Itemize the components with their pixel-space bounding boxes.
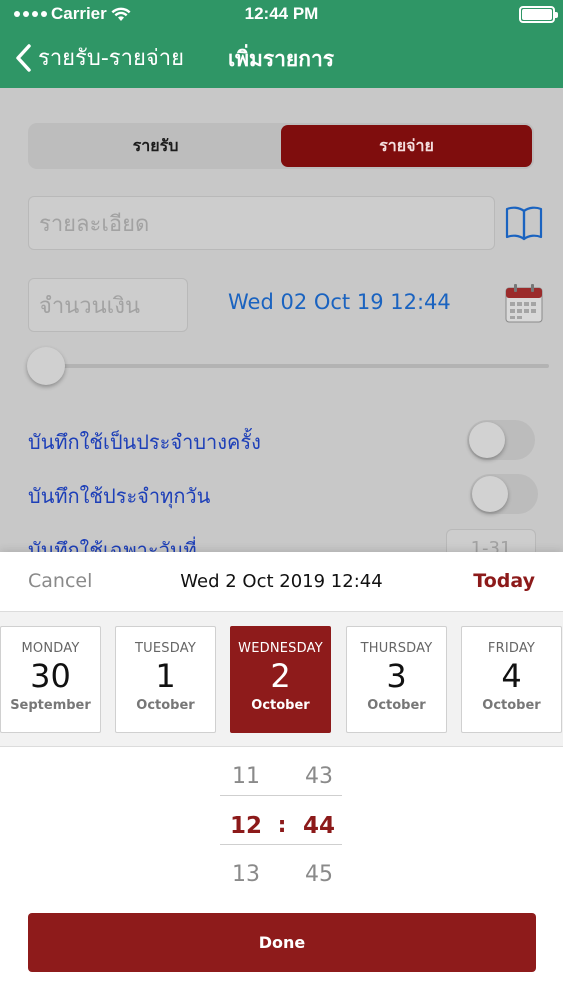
done-button[interactable]: Done — [28, 913, 536, 972]
day-month: October — [482, 698, 541, 713]
day-card[interactable]: TUESDAY 1 October — [115, 626, 216, 733]
hour-option[interactable]: 13 — [221, 862, 271, 887]
back-label: รายรับ-รายจ่าย — [38, 46, 184, 71]
day-number: 3 — [386, 657, 407, 695]
book-icon[interactable] — [505, 203, 543, 243]
toggle-sometimes-label: บันทึกใช้เป็นประจำบางครั้ง — [28, 430, 261, 454]
battery-icon — [519, 6, 558, 23]
time-separator: : — [277, 813, 287, 838]
hour-option[interactable]: 11 — [221, 764, 271, 789]
picker-divider — [220, 795, 342, 796]
toggle-sometimes-switch[interactable] — [467, 420, 535, 460]
time-picker[interactable]: 11 43 12 : 44 13 45 — [0, 747, 563, 907]
picker-header: Cancel Wed 2 Oct 2019 12:44 Today — [0, 552, 563, 612]
calendar-icon[interactable] — [502, 280, 546, 328]
form-content: รายรับ รายจ่าย รายละเอียด จำนวนเงิน Wed … — [0, 88, 563, 558]
day-number: 1 — [155, 657, 176, 695]
amount-input[interactable]: จำนวนเงิน — [28, 278, 188, 332]
day-card-selected[interactable]: WEDNESDAY 2 October — [230, 626, 331, 733]
amount-slider-track[interactable] — [28, 364, 549, 368]
picker-divider — [220, 844, 342, 845]
navigation-bar: รายรับ-รายจ่าย เพิ่มรายการ — [0, 30, 563, 88]
day-month: October — [136, 698, 195, 713]
amount-slider-thumb[interactable] — [27, 347, 65, 385]
day-month: October — [367, 698, 426, 713]
status-time: 12:44 PM — [244, 4, 319, 23]
day-of-week: TUESDAY — [135, 641, 196, 656]
date-time-link[interactable]: Wed 02 Oct 19 12:44 — [228, 290, 451, 314]
day-month: October — [251, 698, 310, 713]
status-bar: Carrier 12:44 PM — [0, 0, 563, 30]
type-segmented-control: รายรับ รายจ่าย — [28, 123, 534, 169]
day-number: 2 — [270, 657, 291, 695]
day-of-week: WEDNESDAY — [238, 641, 323, 656]
hour-selected[interactable]: 12 — [221, 813, 271, 839]
day-number: 30 — [30, 657, 71, 695]
detail-input[interactable]: รายละเอียด — [28, 196, 495, 250]
toggle-daily-label: บันทึกใช้ประจำทุกวัน — [28, 484, 211, 508]
page-title: เพิ่มรายการ — [228, 47, 335, 71]
toggle-daily-switch[interactable] — [470, 474, 538, 514]
day-of-week: MONDAY — [21, 641, 80, 656]
minute-option[interactable]: 45 — [294, 862, 344, 887]
day-card[interactable]: FRIDAY 4 October — [461, 626, 562, 733]
date-picker-sheet: Cancel Wed 2 Oct 2019 12:44 Today MONDAY… — [0, 552, 563, 1000]
day-of-week: THURSDAY — [360, 641, 433, 656]
chevron-left-icon — [16, 43, 31, 72]
minute-selected[interactable]: 44 — [294, 813, 344, 839]
segment-expense[interactable]: รายจ่าย — [281, 125, 532, 167]
day-card[interactable]: THURSDAY 3 October — [346, 626, 447, 733]
back-button[interactable]: รายรับ-รายจ่าย — [14, 40, 184, 75]
day-number: 4 — [501, 657, 522, 695]
day-strip: MONDAY 30 September TUESDAY 1 October WE… — [0, 612, 563, 747]
today-button[interactable]: Today — [473, 570, 535, 592]
day-of-week: FRIDAY — [487, 641, 536, 656]
day-month: September — [10, 698, 91, 713]
minute-option[interactable]: 43 — [294, 764, 344, 789]
segment-income[interactable]: รายรับ — [30, 125, 281, 167]
day-card[interactable]: MONDAY 30 September — [0, 626, 101, 733]
